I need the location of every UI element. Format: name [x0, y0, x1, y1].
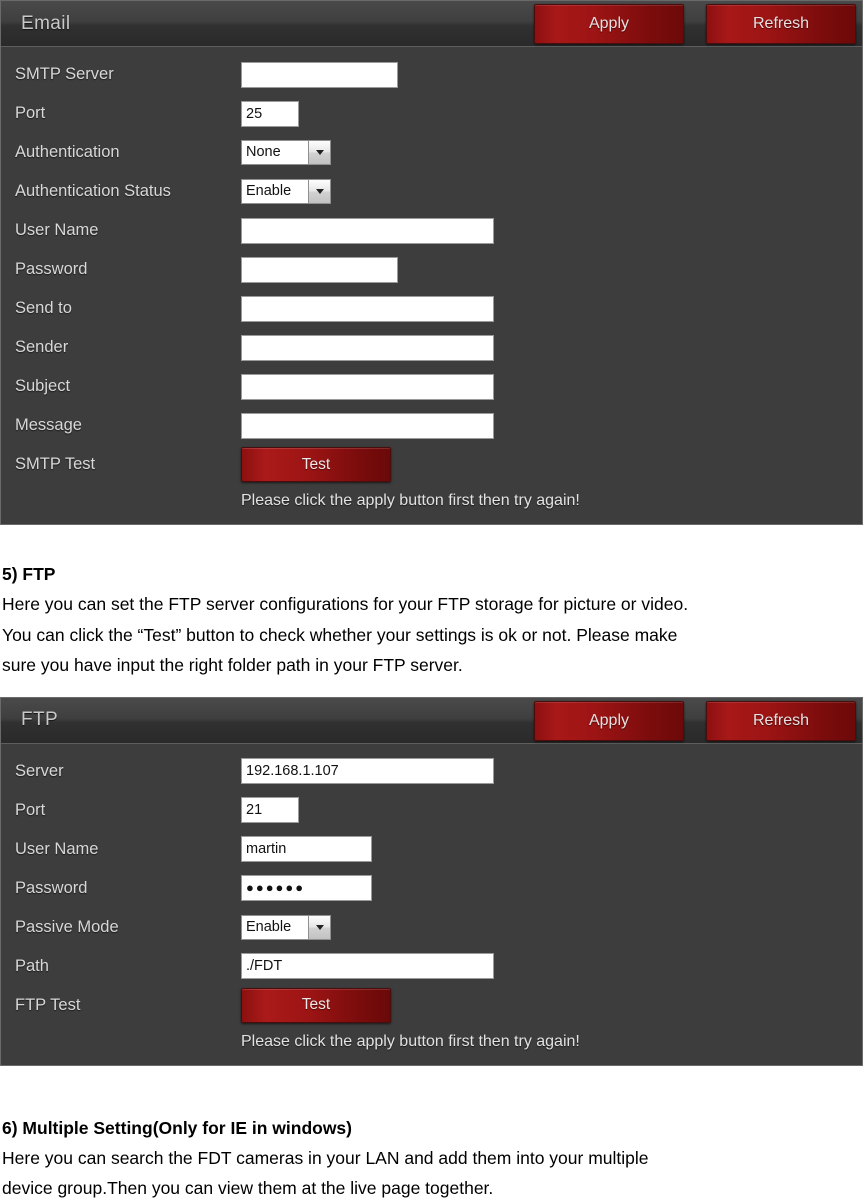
- apply-button[interactable]: Apply: [534, 4, 684, 44]
- email-hint-text: Please click the apply button first then…: [241, 492, 580, 509]
- send-to-input[interactable]: [241, 295, 494, 322]
- authentication-status-select[interactable]: Enable: [241, 179, 331, 204]
- section-ftp-text: 5) FTP Here you can set the FTP server c…: [0, 559, 865, 681]
- chevron-down-icon: [308, 915, 330, 939]
- row-authentication-status: Authentication Status Enable: [1, 172, 862, 211]
- ftp-test-button[interactable]: Test: [241, 987, 391, 1023]
- smtp-server-label: SMTP Server: [15, 65, 114, 83]
- ftp-refresh-button[interactable]: Refresh: [706, 700, 856, 741]
- row-ftp-test: FTP Test Test: [1, 986, 862, 1025]
- row-ftp-password: Password ●●●●●●: [1, 869, 862, 908]
- spacer-after-email-panel: [0, 525, 865, 559]
- row-message: Message: [1, 406, 862, 445]
- section-ftp-paragraph-line3: sure you have input the right folder pat…: [2, 655, 463, 675]
- section-multiple-heading: 6) Multiple Setting(Only for IE in windo…: [2, 1117, 352, 1138]
- row-send-to: Send to: [1, 289, 862, 328]
- ftp-server-label: Server: [15, 761, 64, 780]
- row-ftp-port: Port 21: [1, 791, 862, 830]
- ftp-passive-mode-select-value: Enable: [246, 918, 292, 935]
- ftp-server-input[interactable]: 192.168.1.107: [241, 758, 494, 784]
- section-multiple-text: 6) Multiple Setting(Only for IE in windo…: [0, 1113, 865, 1204]
- password-input[interactable]: [241, 256, 398, 283]
- ftp-password-input[interactable]: ●●●●●●: [241, 875, 372, 901]
- port-input[interactable]: 25: [241, 100, 299, 127]
- password-label: Password: [15, 260, 88, 278]
- chevron-down-icon: [308, 180, 330, 203]
- row-authentication: Authentication None: [1, 133, 862, 172]
- ftp-hint-text: Please click the apply button first then…: [241, 1032, 580, 1050]
- message-input[interactable]: [241, 412, 494, 439]
- authentication-status-label: Authentication Status: [15, 182, 171, 200]
- section-ftp-paragraph-line1: Here you can set the FTP server configur…: [2, 594, 689, 614]
- ftp-port-label: Port: [15, 800, 46, 819]
- ftp-passive-mode-label: Passive Mode: [15, 917, 119, 936]
- message-label: Message: [15, 416, 82, 434]
- ftp-port-input[interactable]: 21: [241, 797, 299, 823]
- port-label: Port: [15, 104, 46, 122]
- ftp-panel-body: Server 192.168.1.107 Port 21 User Name m…: [1, 743, 862, 1065]
- smtp-server-input[interactable]: [241, 61, 398, 88]
- row-ftp-server: Server 192.168.1.107: [1, 752, 862, 791]
- ftp-test-label: FTP Test: [15, 995, 81, 1014]
- user-name-label: User Name: [15, 221, 99, 239]
- row-smtp-server: SMTP Server: [1, 55, 862, 94]
- send-to-label: Send to: [15, 299, 72, 317]
- sender-input[interactable]: [241, 334, 494, 361]
- spacer-before-ftp-panel: [0, 681, 865, 697]
- ftp-password-label: Password: [15, 878, 88, 897]
- sender-label: Sender: [15, 338, 69, 356]
- ftp-page-title: FTP: [21, 709, 59, 730]
- ftp-user-name-input[interactable]: martin: [241, 836, 372, 862]
- email-settings-panel: Email Apply Refresh SMTP Server Port 25 …: [0, 0, 863, 525]
- ftp-apply-button[interactable]: Apply: [534, 700, 684, 741]
- email-hint-row: Please click the apply button first then…: [1, 484, 862, 518]
- section-ftp-heading: 5) FTP: [2, 564, 56, 584]
- authentication-status-select-value: Enable: [246, 183, 292, 199]
- page-title: Email: [21, 12, 71, 34]
- spacer-after-ftp-panel: [0, 1066, 865, 1113]
- ftp-header-actions: Apply Refresh: [534, 700, 856, 741]
- ftp-panel-header: FTP Apply Refresh: [1, 697, 862, 744]
- row-sender: Sender: [1, 328, 862, 367]
- authentication-select[interactable]: None: [241, 140, 331, 165]
- email-header-actions: Apply Refresh: [534, 4, 856, 44]
- row-password: Password: [1, 250, 862, 289]
- ftp-passive-mode-select[interactable]: Enable: [241, 914, 331, 940]
- ftp-settings-panel: FTP Apply Refresh Server 192.168.1.107 P…: [0, 696, 863, 1066]
- section-multiple-paragraph-line1: Here you can search the FDT cameras in y…: [2, 1147, 649, 1168]
- row-ftp-user-name: User Name martin: [1, 830, 862, 869]
- ftp-user-name-label: User Name: [15, 839, 99, 858]
- row-smtp-test: SMTP Test Test: [1, 445, 862, 484]
- subject-label: Subject: [15, 377, 71, 395]
- refresh-button[interactable]: Refresh: [706, 4, 856, 44]
- row-ftp-path: Path ./FDT: [1, 947, 862, 986]
- ftp-hint-row: Please click the apply button first then…: [1, 1025, 862, 1059]
- smtp-test-button[interactable]: Test: [241, 447, 391, 482]
- chevron-down-icon: [308, 141, 330, 164]
- email-panel-body: SMTP Server Port 25 Authentication None …: [1, 47, 862, 524]
- subject-input[interactable]: [241, 373, 494, 400]
- authentication-label: Authentication: [15, 143, 120, 161]
- row-user-name: User Name: [1, 211, 862, 250]
- authentication-select-value: None: [246, 144, 281, 160]
- row-ftp-passive-mode: Passive Mode Enable: [1, 908, 862, 947]
- row-port: Port 25: [1, 94, 862, 133]
- ftp-path-input[interactable]: ./FDT: [241, 953, 494, 979]
- email-panel-header: Email Apply Refresh: [1, 1, 862, 47]
- user-name-input[interactable]: [241, 217, 494, 244]
- ftp-path-label: Path: [15, 956, 49, 975]
- section-ftp-paragraph-line2: You can click the “Test” button to check…: [2, 624, 678, 645]
- smtp-test-label: SMTP Test: [15, 455, 96, 473]
- row-subject: Subject: [1, 367, 862, 406]
